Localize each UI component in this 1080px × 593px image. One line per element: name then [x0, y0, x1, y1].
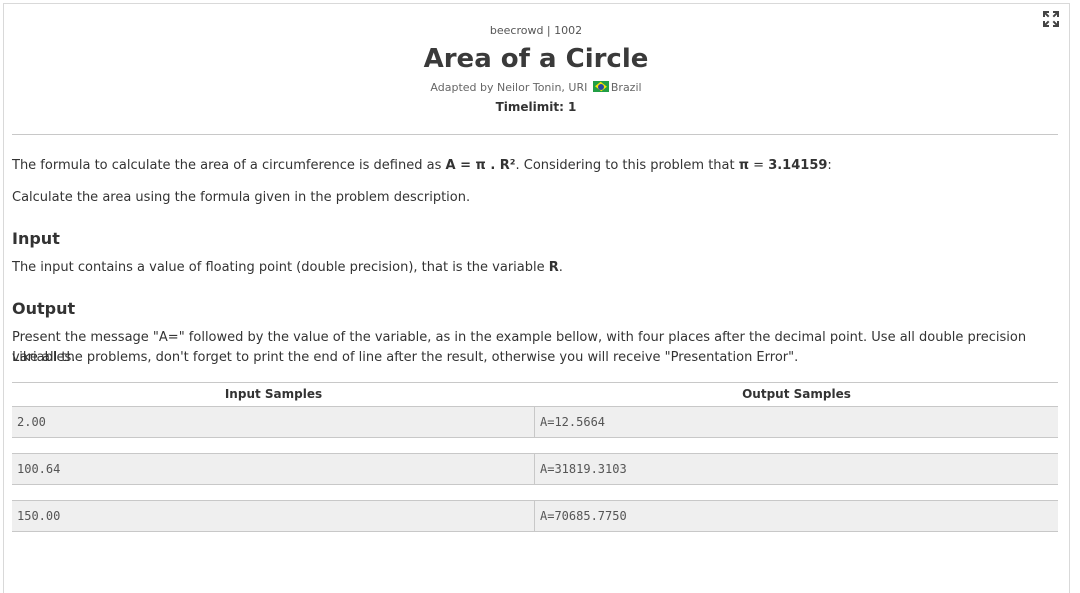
header-divider: [12, 134, 1058, 135]
output-description-line-2: Like all the problems, don't forget to p…: [12, 350, 799, 365]
input-variable: R: [548, 260, 559, 275]
output-heading: Output: [12, 299, 76, 318]
output-samples-header: Output Samples: [742, 387, 851, 401]
input-samples-header: Input Samples: [224, 387, 323, 401]
formula-end: :: [827, 158, 832, 173]
country-name: Brazil: [610, 81, 642, 94]
pi-eq: =: [749, 158, 769, 173]
sample-row: 100.64 A=31819.3103: [12, 453, 1058, 485]
description-paragraph-1: The formula to calculate the area of a c…: [12, 156, 1062, 176]
input-heading: Input: [12, 229, 60, 248]
input-description: The input contains a value of floating p…: [12, 258, 1062, 278]
brazil-flag-icon: [592, 81, 609, 92]
samples-header-row: Input Samples Output Samples: [12, 383, 1058, 406]
sample-output: A=12.5664: [540, 415, 606, 429]
sample-input: 150.00: [12, 501, 535, 531]
formula-intro: The formula to calculate the area of a c…: [12, 158, 446, 173]
author-credit: Adapted by Neilor Tonin, URI Brazil: [0, 80, 1072, 95]
description-paragraph-2: Calculate the area using the formula giv…: [12, 190, 471, 205]
sample-output: A=70685.7750: [540, 509, 627, 523]
breadcrumb: beecrowd | 1002: [489, 24, 583, 37]
pi-value: 3.14159: [768, 158, 828, 173]
page-title: Area of a Circle: [423, 44, 649, 74]
samples-table: Input Samples Output Samples 2.00 A=12.5…: [12, 382, 1058, 532]
pi-symbol: π: [738, 158, 750, 173]
timelimit: Timelimit: 1: [495, 100, 577, 114]
adapted-by-text: Adapted by Neilor Tonin, URI: [430, 81, 588, 94]
formula-mid: . Considering to this problem that: [515, 158, 739, 173]
sample-output: A=31819.3103: [540, 462, 627, 476]
sample-row: 150.00 A=70685.7750: [12, 500, 1058, 532]
sample-row: 2.00 A=12.5664: [12, 406, 1058, 438]
formula: A = π . R²: [445, 158, 516, 173]
input-text-end: .: [558, 260, 563, 275]
sample-input: 2.00: [12, 407, 535, 437]
sample-input: 100.64: [12, 454, 535, 484]
input-text: The input contains a value of floating p…: [12, 260, 549, 275]
